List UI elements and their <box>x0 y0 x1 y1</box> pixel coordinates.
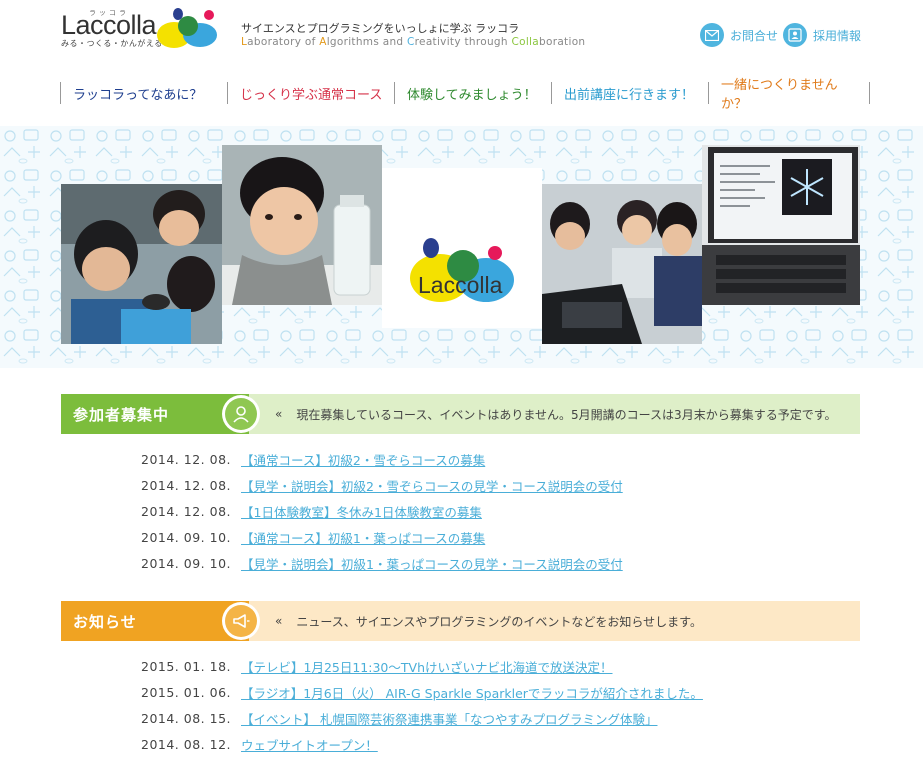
list-item: 2014. 12. 08. 【1日体験教室】冬休み1日体験教室の募集 <box>141 498 623 524</box>
news-message: « ニュース、サイエンスやプログラミングのイベントなどをお知らせします。 <box>275 601 702 641</box>
logo-text[interactable]: Laccolla <box>61 10 157 41</box>
recruit-label: 採用情報 <box>813 28 862 43</box>
item-date: 2014. 08. 12. <box>141 736 231 752</box>
photo-kids-microscope <box>61 184 222 344</box>
nav-item-trial[interactable]: 体験してみましょう！ <box>394 82 551 104</box>
recruit-message-text: 現在募集しているコース、イベントはありません。5月開講のコースは3月末から募集す… <box>296 407 837 422</box>
item-date: 2014. 09. 10. <box>141 555 231 571</box>
photo-laptop-snowflake <box>702 145 860 305</box>
photo-kids-laptop <box>542 184 702 344</box>
recruit-header-bar: 参加者募集中 « 現在募集しているコース、イベントはありません。5月開講のコースは… <box>61 394 860 434</box>
nav-item-regular-course[interactable]: じっくり学ぶ通常コース <box>227 82 394 104</box>
list-item: 2014. 09. 10. 【通常コース】初級1・葉っぱコースの募集 <box>141 524 623 550</box>
list-item: 2015. 01. 18. 【テレビ】1月25日11:30～TVhけいざいナビ北海… <box>141 653 703 679</box>
nav-item-label: 出前講座に行きます！ <box>564 87 695 103</box>
item-date: 2014. 09. 10. <box>141 529 231 545</box>
item-date: 2014. 08. 15. <box>141 710 231 726</box>
news-header-bar: お知らせ « ニュース、サイエンスやプログラミングのイベントなどをお知らせします。 <box>61 601 860 641</box>
main-nav: ラッコラってなあに？ じっくり学ぶ通常コース 体験してみましょう！ 出前講座に行… <box>60 78 870 112</box>
hero-logo-panel <box>382 168 542 328</box>
tagline-japanese: サイエンスとプログラミングをいっしょに学ぶ ラッコラ <box>241 22 520 35</box>
item-link[interactable]: 【テレビ】1月25日11:30～TVhけいざいナビ北海道で放送決定！ <box>241 657 613 676</box>
contact-link[interactable]: お問合せ <box>700 22 778 48</box>
hero-logo-text: Laccolla <box>418 272 503 298</box>
item-date: 2015. 01. 06. <box>141 684 231 700</box>
nav-item-label: 一緒につくりませんか？ <box>721 78 838 112</box>
list-item: 2014. 12. 08. 【見学・説明会】初級2・雪ぞらコースの見学・コース説明… <box>141 472 623 498</box>
news-icon-circle <box>222 602 260 640</box>
item-link[interactable]: 【通常コース】初級2・雪ぞらコースの募集 <box>241 450 485 469</box>
item-link[interactable]: 【イベント】 札幌国際芸術祭連携事業「なつやすみプログラミング体験」 <box>241 709 657 728</box>
nav-item-label: 体験してみましょう！ <box>407 87 537 103</box>
hero-logo-mark-icon <box>410 238 514 302</box>
recruit-link[interactable]: 採用情報 <box>783 22 861 48</box>
news-message-text: ニュース、サイエンスやプログラミングのイベントなどをお知らせします。 <box>296 614 702 629</box>
item-link[interactable]: 【ラジオ】1月6日（火） AIR-G Sparkle Sparklerでラッコラ… <box>241 683 703 702</box>
item-date: 2014. 12. 08. <box>141 451 231 467</box>
envelope-icon <box>700 23 724 47</box>
nav-item-label: ラッコラってなあに？ <box>73 87 203 103</box>
item-link[interactable]: ウェブサイトオープン！ <box>241 735 378 754</box>
contact-label: お問合せ <box>730 28 779 43</box>
item-link[interactable]: 【通常コース】初級1・葉っぱコースの募集 <box>241 528 485 547</box>
item-link[interactable]: 【見学・説明会】初級1・葉っぱコースの見学・コース説明会の受付 <box>241 554 623 573</box>
recruit-icon-circle <box>222 395 260 433</box>
tagline-english: Laboratory of Algorithms and Creativity … <box>241 36 586 48</box>
item-date: 2014. 12. 08. <box>141 503 231 519</box>
list-item: 2015. 01. 06. 【ラジオ】1月6日（火） AIR-G Sparkle … <box>141 679 703 705</box>
logo-subtitle: みる・つくる・かんがえる <box>61 39 163 48</box>
list-item: 2014. 08. 12. ウェブサイトオープン！ <box>141 731 703 757</box>
list-item: 2014. 08. 15. 【イベント】 札幌国際芸術祭連携事業「なつやすみプログ… <box>141 705 703 731</box>
double-chevron-left-icon: « <box>275 407 283 421</box>
id-card-icon <box>783 23 807 47</box>
hero-banner: Laccolla <box>0 126 923 368</box>
nav-item-outreach[interactable]: 出前講座に行きます！ <box>551 82 708 104</box>
item-date: 2014. 12. 08. <box>141 477 231 493</box>
recruit-heading: 参加者募集中 <box>61 394 249 434</box>
item-link[interactable]: 【1日体験教室】冬休み1日体験教室の募集 <box>241 502 482 521</box>
recruit-message: « 現在募集しているコース、イベントはありません。5月開講のコースは3月末から募集… <box>275 394 837 434</box>
logo-mark-icon[interactable] <box>156 6 218 50</box>
news-heading: お知らせ <box>61 601 249 641</box>
megaphone-icon <box>225 605 257 637</box>
photo-boy-bottle <box>222 145 382 305</box>
nav-item-about[interactable]: ラッコラってなあに？ <box>60 82 227 104</box>
double-chevron-left-icon: « <box>275 614 283 628</box>
nav-item-join-us[interactable]: 一緒につくりませんか？ <box>708 78 870 112</box>
person-icon <box>225 398 257 430</box>
list-item: 2014. 09. 10. 【見学・説明会】初級1・葉っぱコースの見学・コース説明… <box>141 550 623 576</box>
item-link[interactable]: 【見学・説明会】初級2・雪ぞらコースの見学・コース説明会の受付 <box>241 476 623 495</box>
list-item: 2014. 12. 08. 【通常コース】初級2・雪ぞらコースの募集 <box>141 446 623 472</box>
item-date: 2015. 01. 18. <box>141 658 231 674</box>
news-list: 2015. 01. 18. 【テレビ】1月25日11:30～TVhけいざいナビ北海… <box>141 653 703 757</box>
recruit-list: 2014. 12. 08. 【通常コース】初級2・雪ぞらコースの募集 2014. … <box>141 446 623 576</box>
nav-item-label: じっくり学ぶ通常コース <box>240 87 383 103</box>
